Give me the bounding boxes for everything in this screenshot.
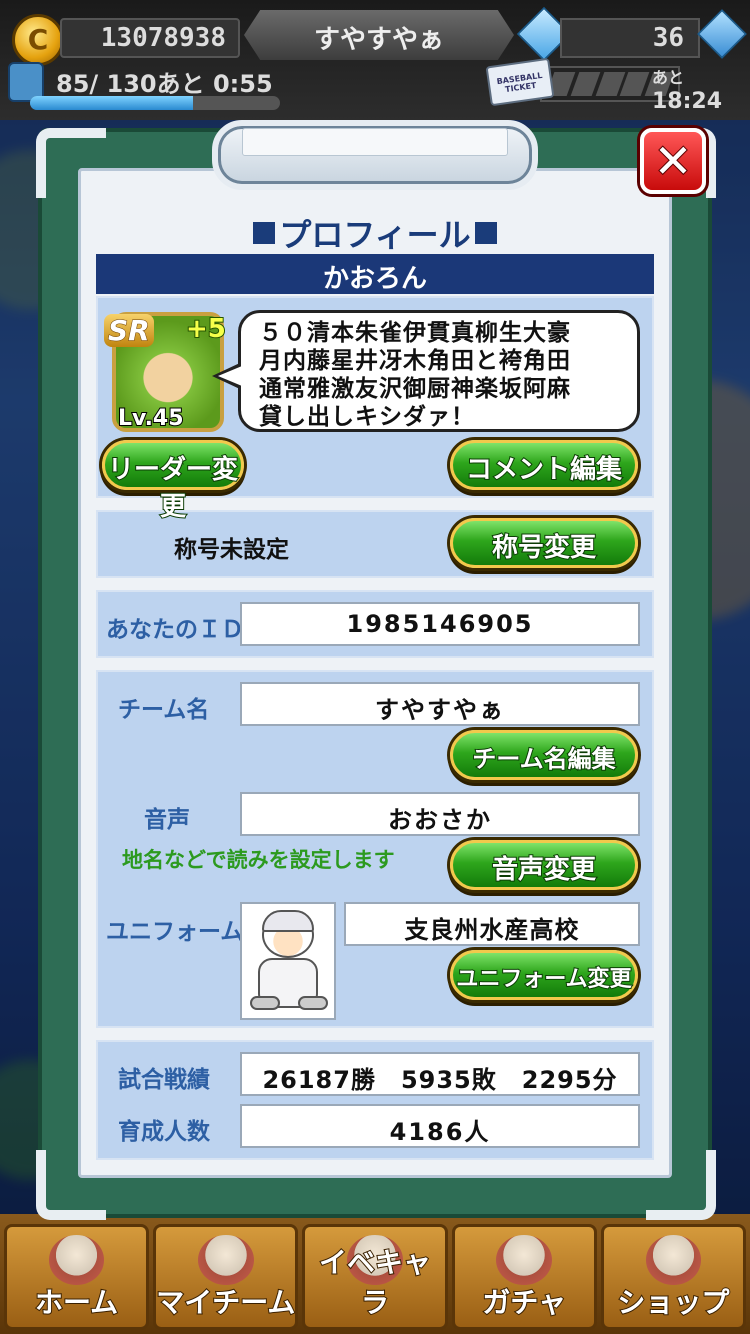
nav-my-team[interactable]: マイチーム [153,1224,299,1330]
comment-line: ５０清本朱雀伊貫真柳生大豪 [259,320,571,346]
record-field: 26187勝 5935敗 2295分 [240,1052,640,1096]
ticket-timer: あと18:24 [652,68,723,114]
team-name-edit-button[interactable]: チーム名編集 [450,730,638,780]
uniform-school-field: 支良州水産高校 [344,902,640,946]
voice-label: 音声 [144,807,190,833]
speech-bubble-tail-fill [218,366,242,386]
comment-line: 通常雅激友沢御厨神楽坂阿麻 [259,376,571,402]
coin-icon [12,14,64,66]
stamina-bar [30,96,280,110]
status-bar: 13078938 すやすやぁ 36 85/ 130あと 0:55 BASEBAL… [0,0,750,120]
title-change-button[interactable]: 称号変更 [450,518,638,568]
title-bullet-icon [253,222,276,244]
voice-field: おおさか [240,792,640,836]
player-name: かおろん [96,254,654,294]
voice-hint: 地名などで読みを設定します [122,848,395,872]
bottom-navigation: ホーム マイチーム イベキャラ ガチャ ショップ [0,1214,750,1334]
stamina-bar-fill [30,96,193,110]
comment-line: 月内藤星井冴木角田と袴角田 [259,348,571,374]
uniform-shoe-icon [298,996,328,1010]
nav-home[interactable]: ホーム [4,1224,150,1330]
nav-event-characters[interactable]: イベキャラ [302,1224,448,1330]
gem-count: 36 [560,18,700,58]
stamina-text: 85/ 130あと 0:55 [56,70,273,98]
title-status: 称号未設定 [174,537,289,563]
leader-level: Lv.45 [117,405,185,432]
close-icon: ✕ [653,133,694,189]
comment-line: 貸し出しキシダァ！ [259,404,475,430]
close-button[interactable]: ✕ [640,128,706,194]
nav-shop[interactable]: ショップ [600,1224,747,1330]
gem-shop-icon[interactable] [697,9,747,59]
id-label: あなたのＩＤ [106,617,244,643]
team-name-display: すやすやぁ [244,10,514,60]
comment-bubble: ５０清本朱雀伊貫真柳生大豪 月内藤星井冴木角田と袴角田 通常雅激友沢御厨神楽坂阿… [238,310,640,432]
comment-edit-button[interactable]: コメント編集 [450,440,638,490]
title-bullet-icon [474,222,497,244]
team-name-label: チーム名 [118,697,210,723]
leader-change-button[interactable]: リーダー変更 [102,440,244,523]
coin-count: 13078938 [60,18,240,58]
plus-badge: +5 [185,313,227,345]
uniform-change-button[interactable]: ユニフォーム変更 [450,950,638,1000]
uniform-cap-icon [262,910,314,932]
nav-gacha[interactable]: ガチャ [451,1224,597,1330]
trained-count-label: 育成人数 [118,1119,210,1145]
voice-change-button[interactable]: 音声変更 [450,840,638,890]
modal-title: プロフィール [78,210,672,256]
player-id-field: 1985146905 [240,602,640,646]
uniform-label: ユニフォーム [106,919,244,945]
rarity-badge: SR [104,314,154,348]
trained-count-field: 4186人 [240,1104,640,1148]
record-label: 試合戦績 [118,1067,210,1093]
modal-top-tab-slot [242,128,508,156]
uniform-shoe-icon [250,996,280,1010]
team-name-field: すやすやぁ [240,682,640,726]
